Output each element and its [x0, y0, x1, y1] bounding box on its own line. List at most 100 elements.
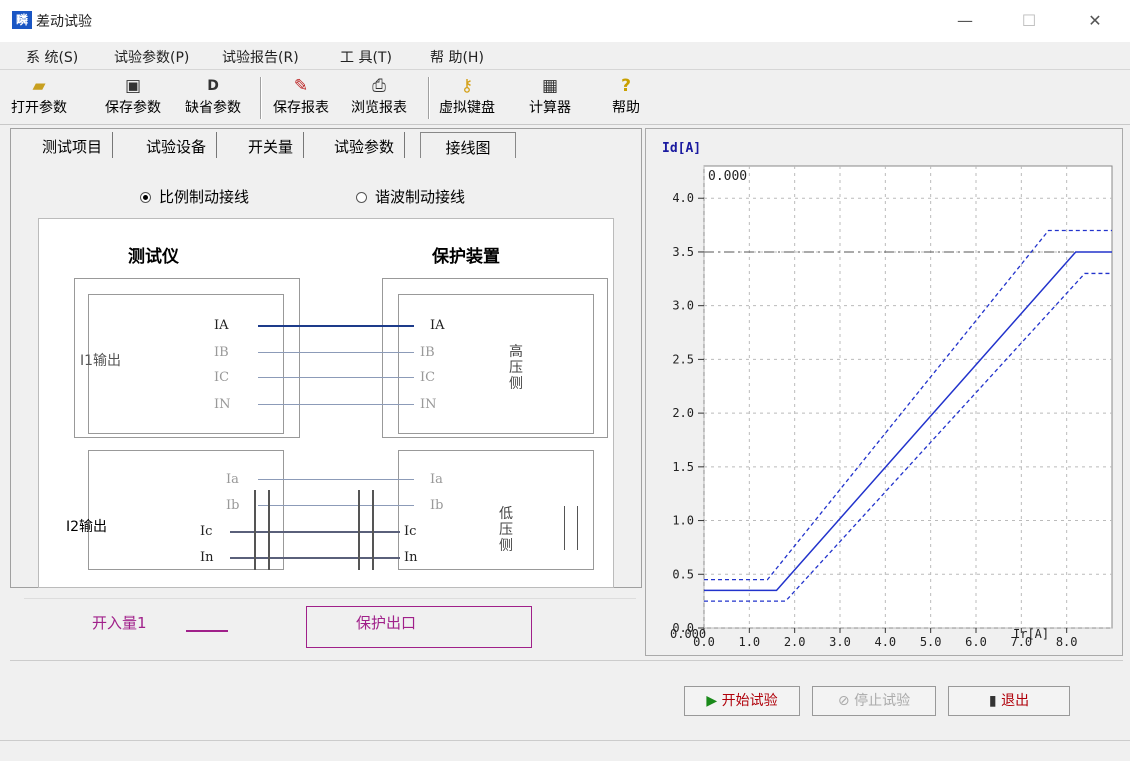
printer-icon: ⎙: [372, 76, 386, 96]
stop-test-button[interactable]: ⊘ 停止试验: [812, 686, 936, 716]
y-tick-label: 2.5: [672, 352, 694, 366]
x-tick-label: 5.0: [920, 635, 942, 649]
title-bar: 疄 差动试验 — ☐ ✕: [0, 0, 1130, 42]
question-mark-icon: ?: [621, 76, 631, 96]
pin-in2-left: In: [200, 550, 214, 565]
tab-test-items[interactable]: 测试项目: [32, 132, 114, 158]
bus-line: [254, 490, 256, 570]
radio-ratio-brake[interactable]: 比例制动接线: [140, 186, 249, 207]
protect-out-box: [306, 606, 532, 648]
save-params-button[interactable]: ▣ 保存参数: [104, 75, 162, 123]
readout-bottom: 0.000: [670, 627, 706, 641]
start-label: 开始试验: [721, 693, 778, 709]
wire-ib2: [258, 505, 414, 506]
radio-label: 比例制动接线: [159, 188, 250, 206]
app-icon: 疄: [12, 11, 32, 29]
y-tick-label: 4.0: [672, 191, 694, 205]
pin-ib-left: IB: [214, 345, 229, 360]
readout-top: 0.000: [708, 169, 747, 184]
browse-report-button[interactable]: ⎙ 浏览报表: [350, 75, 408, 123]
tab-wiring[interactable]: 接线图: [420, 132, 516, 158]
pin-ia-left: IA: [214, 318, 229, 333]
start-test-button[interactable]: ▶ 开始试验: [684, 686, 800, 716]
open-params-button[interactable]: ▰ 打开参数: [10, 75, 68, 123]
y-tick-label: 3.0: [672, 299, 694, 313]
x-tick-label: 8.0: [1056, 635, 1078, 649]
wire-ib: [258, 352, 414, 353]
minimize-button[interactable]: —: [950, 8, 980, 34]
bus-line: [372, 490, 374, 570]
radio-indicator: [356, 192, 367, 203]
pin-ic2-right: Ic: [404, 524, 417, 539]
x-tick-label: 4.0: [874, 635, 896, 649]
pin-ic2-left: Ic: [200, 524, 213, 539]
menu-test-report[interactable]: 试验报告(R): [222, 47, 299, 67]
x-tick-label: 1.0: [738, 635, 760, 649]
binary-input-wire: [186, 630, 228, 632]
characteristic-chart: Id[A] 0.000 4.03.53.02.52.01.51.00.50.0 …: [662, 141, 1113, 649]
calculator-icon: ▦: [541, 76, 559, 96]
toolbar: ▰ 打开参数 ▣ 保存参数 D 缺省参数 ✎ 保存报表 ⎙ 浏览报表 ⚷ 虚拟键…: [0, 71, 1130, 125]
maximize-button[interactable]: ☐: [1014, 8, 1044, 34]
close-button[interactable]: ✕: [1080, 8, 1110, 34]
toolbar-label: 帮助: [612, 100, 640, 116]
tab-test-params[interactable]: 试验参数: [324, 132, 406, 158]
plot-area: [703, 165, 1113, 629]
exit-label: 退出: [1001, 693, 1030, 709]
x-tick-label: 6.0: [965, 635, 987, 649]
radio-label: 谐波制动接线: [375, 188, 466, 206]
virtual-keyboard-button[interactable]: ⚷ 虚拟键盘: [438, 75, 496, 123]
save-report-button[interactable]: ✎ 保存报表: [272, 75, 330, 123]
default-d-icon: D: [207, 78, 219, 94]
x-axis-label: Ir[A]: [1013, 627, 1049, 641]
y-axis-label: Id[A]: [662, 141, 701, 156]
y-tick-label: 3.5: [672, 245, 694, 259]
stop-icon: ⊘: [837, 693, 855, 709]
toolbar-label: 虚拟键盘: [439, 100, 495, 116]
default-params-button[interactable]: D 缺省参数: [184, 75, 242, 123]
pin-ib2-left: Ib: [226, 498, 240, 513]
wire-in: [258, 404, 414, 405]
window-title: 差动试验: [36, 14, 92, 30]
menu-system[interactable]: 系 统(S): [26, 47, 78, 67]
menu-help[interactable]: 帮 助(H): [430, 47, 484, 67]
x-tick-label: 3.0: [829, 635, 851, 649]
low-side-bracket: [564, 506, 578, 550]
y-ticks: 4.03.53.02.52.01.51.00.50.0: [672, 191, 704, 635]
pin-ia-right: IA: [430, 318, 445, 333]
i1-output-label: I1输出: [80, 353, 122, 369]
binary-input-label: 开入量1: [92, 614, 147, 632]
toolbar-label: 浏览报表: [351, 100, 407, 116]
radio-selected-indicator: [140, 192, 151, 203]
toolbar-label: 保存参数: [105, 100, 161, 116]
tab-switch[interactable]: 开关量: [238, 132, 305, 158]
toolbar-separator: [428, 77, 430, 119]
high-side-label: 高压侧: [509, 344, 523, 392]
y-tick-label: 0.5: [672, 567, 694, 581]
pin-ib-right: IB: [420, 345, 435, 360]
x-tick-label: 2.0: [784, 635, 806, 649]
wire-ia2: [258, 479, 414, 480]
radio-harmonic-brake[interactable]: 谐波制动接线: [356, 186, 465, 207]
tester-header: 测试仪: [128, 247, 179, 267]
low-side-label: 低压侧: [499, 506, 513, 554]
pin-in2-right: In: [404, 550, 418, 565]
y-tick-label: 1.0: [672, 514, 694, 528]
pin-ic-left: IC: [214, 370, 230, 385]
exit-door-icon: ▮: [988, 693, 1002, 709]
excel-report-icon: ✎: [293, 76, 309, 96]
wire-ic: [258, 377, 414, 378]
toolbar-label: 打开参数: [11, 100, 67, 116]
exit-button[interactable]: ▮ 退出: [948, 686, 1070, 716]
menu-bar: 系 统(S) 试验参数(P) 试验报告(R) 工 具(T) 帮 助(H): [0, 42, 1130, 70]
i2-output-label: I2输出: [66, 519, 108, 535]
help-button[interactable]: ? 帮助: [608, 75, 644, 123]
toolbar-label: 保存报表: [273, 100, 329, 116]
tab-test-equipment[interactable]: 试验设备: [136, 132, 218, 158]
toolbar-separator: [260, 77, 262, 119]
calculator-button[interactable]: ▦ 计算器: [526, 75, 574, 123]
menu-test-params[interactable]: 试验参数(P): [114, 47, 189, 67]
menu-tools[interactable]: 工 具(T): [340, 47, 392, 67]
bus-line: [358, 490, 360, 570]
bottom-divider: [10, 660, 1123, 684]
